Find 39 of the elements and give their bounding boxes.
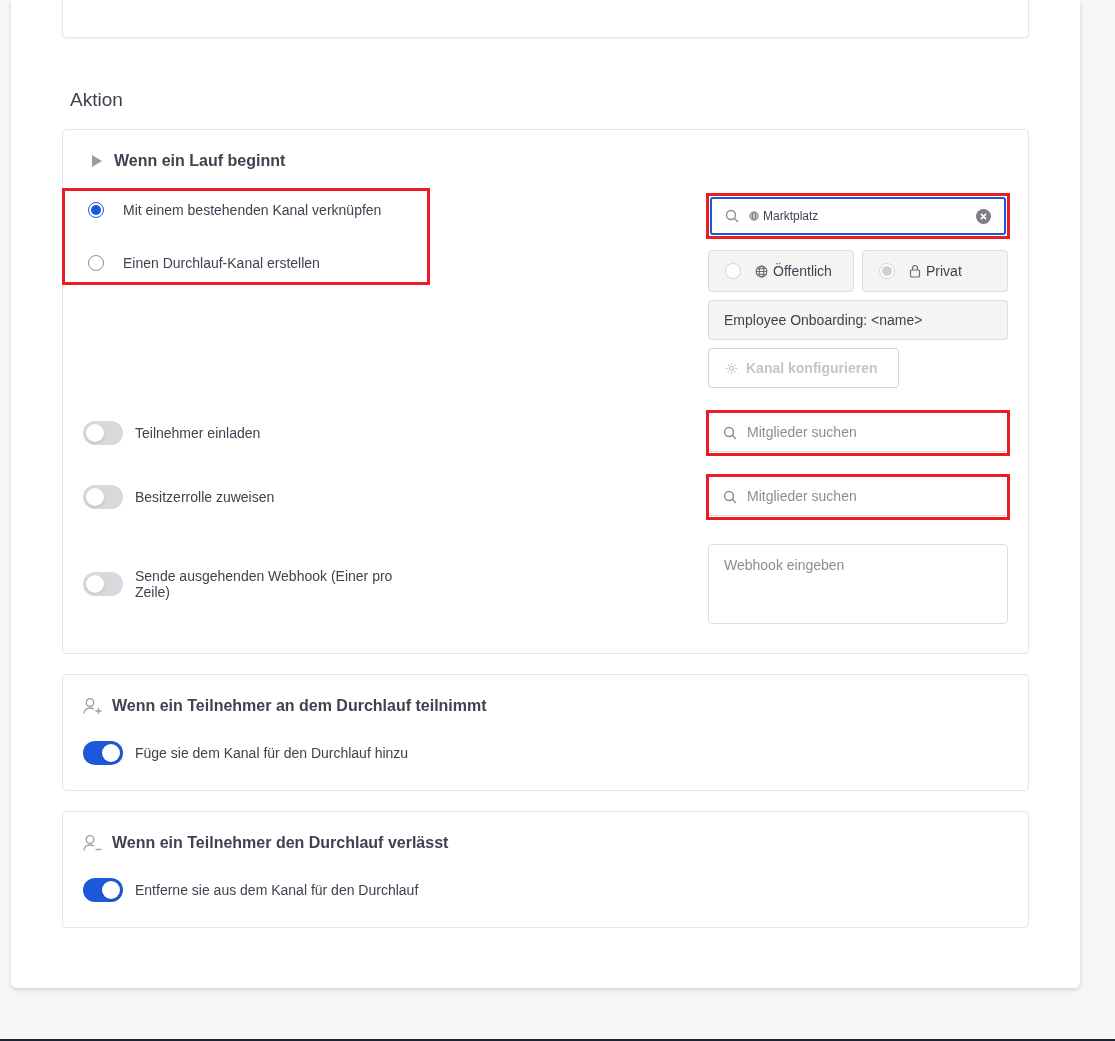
lock-icon bbox=[909, 264, 921, 278]
visibility-option[interactable]: Privat bbox=[862, 250, 1008, 292]
option-label: Öffentlich bbox=[773, 261, 832, 281]
radio-button[interactable] bbox=[88, 202, 104, 218]
radio-option[interactable]: Einen Durchlauf-Kanal erstellen bbox=[88, 253, 426, 273]
toggle-switch[interactable] bbox=[83, 421, 123, 445]
globe-icon bbox=[755, 264, 768, 278]
toggle-label: Entferne sie aus dem Kanal für den Durchlauf bbox=[135, 880, 419, 900]
toggle-switch[interactable] bbox=[83, 485, 123, 509]
trigger-title: Wenn ein Teilnehmer an dem Durchlauf teilnimmt bbox=[112, 696, 487, 716]
search-input[interactable]: Mitglieder suchen bbox=[747, 486, 993, 507]
section-title: Aktion bbox=[70, 88, 124, 112]
toggle-label: Sende ausgehenden Webhook (Einer pro Zeile) bbox=[135, 568, 394, 600]
channel-name-field[interactable]: Employee Onboarding: <name> bbox=[708, 300, 1008, 340]
trigger-title: Wenn ein Teilnehmer den Durchlauf verlässt bbox=[112, 833, 449, 853]
toggle-switch[interactable] bbox=[83, 572, 123, 596]
search-icon bbox=[725, 209, 739, 223]
clear-icon[interactable] bbox=[976, 208, 991, 224]
gear-icon bbox=[725, 361, 738, 375]
radio-button[interactable] bbox=[88, 255, 104, 271]
option-label: Privat bbox=[926, 261, 962, 281]
channel-value: Marktplatz bbox=[763, 208, 820, 225]
toggle-switch[interactable] bbox=[83, 878, 123, 902]
triangle-icon bbox=[91, 155, 103, 167]
visibility-option[interactable]: Öffentlich bbox=[708, 250, 854, 292]
search-icon bbox=[723, 489, 737, 504]
channel-search-field[interactable]: Marktplatz bbox=[710, 197, 1006, 235]
toggle-label: Besitzerrolle zuweisen bbox=[135, 489, 276, 505]
person-add-icon bbox=[83, 697, 103, 715]
webhook-field[interactable]: Webhook eingeben bbox=[708, 544, 1008, 624]
radio-option[interactable]: Mit einem bestehenden Kanal verknüpfen bbox=[88, 200, 426, 220]
toggle-switch[interactable] bbox=[83, 741, 123, 765]
trigger-title: Wenn ein Lauf beginnt bbox=[114, 151, 286, 171]
search-input[interactable]: Mitglieder suchen bbox=[747, 422, 993, 443]
toggle-label: Füge sie dem Kanal für den Durchlauf hinzu bbox=[135, 743, 409, 763]
globe-icon bbox=[749, 211, 759, 221]
search-icon bbox=[723, 425, 737, 440]
toggle-label: Teilnehmer einladen bbox=[135, 425, 262, 441]
person-remove-icon bbox=[83, 834, 103, 852]
